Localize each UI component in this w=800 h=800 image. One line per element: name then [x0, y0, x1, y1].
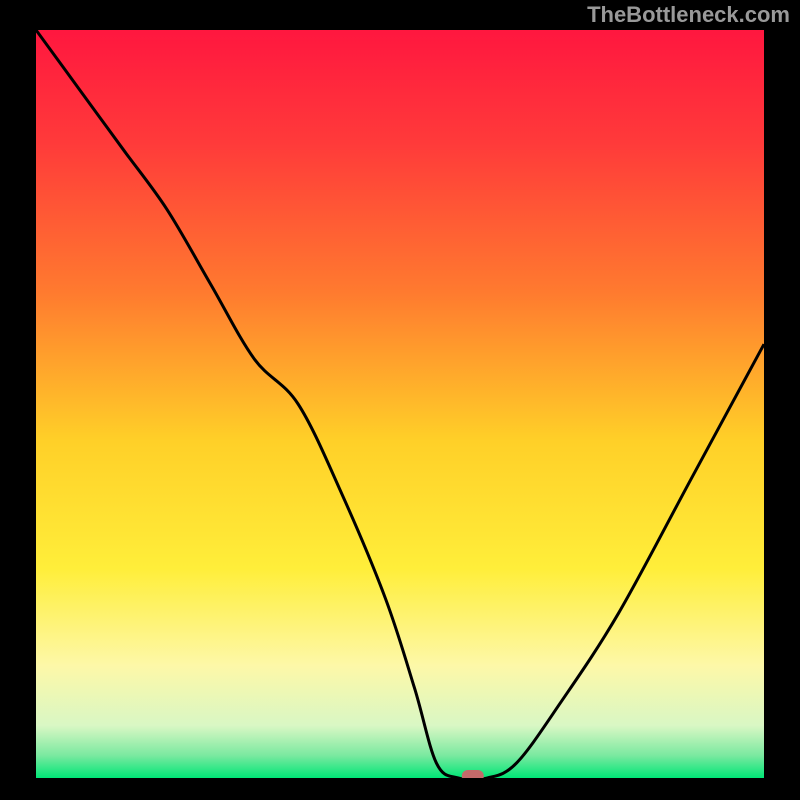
chart-svg: [36, 30, 764, 778]
optimum-marker: [462, 770, 484, 778]
plot-area: [36, 30, 764, 778]
gradient-background: [36, 30, 764, 778]
chart-frame: TheBottleneck.com: [0, 0, 800, 800]
watermark-text: TheBottleneck.com: [587, 2, 790, 28]
